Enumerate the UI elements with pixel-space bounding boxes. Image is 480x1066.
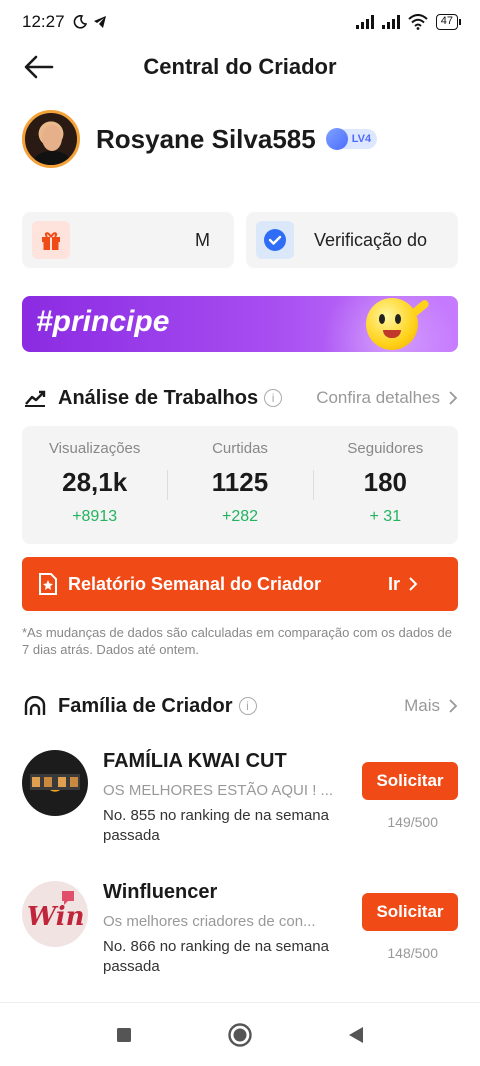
moon-icon xyxy=(73,15,87,29)
info-icon[interactable]: i xyxy=(238,697,257,715)
shortcut-cards: M Verificação do xyxy=(22,212,458,268)
stat-delta: +8913 xyxy=(72,508,118,525)
chevron-right-icon xyxy=(449,699,458,713)
back-arrow-icon[interactable] xyxy=(22,52,56,82)
verification-card-label: Verificação do xyxy=(314,229,428,250)
username: Rosyane Silva585 xyxy=(96,123,316,154)
promo-banner[interactable]: #principe xyxy=(22,296,458,352)
stats-panel: Visualizações 28,1k +8913 Curtidas 1125 … xyxy=(22,426,458,544)
system-nav-bar xyxy=(0,1004,480,1066)
report-go: Ir xyxy=(388,574,418,595)
home-circle-icon[interactable] xyxy=(225,1020,255,1050)
family-title: Família de Criador xyxy=(58,694,233,717)
wifi-icon xyxy=(408,14,428,30)
telegram-icon xyxy=(93,16,106,28)
trend-chart-icon xyxy=(22,385,48,411)
stat-followers: Seguidores 180 + 31 xyxy=(312,426,458,544)
analysis-details-link[interactable]: Confira detalhes xyxy=(316,388,458,408)
level-label: LV4 xyxy=(351,133,372,145)
chevron-right-icon xyxy=(409,577,418,591)
family-rank: No. 855 no ranking de na semana passada xyxy=(103,807,329,844)
svg-text:Win: Win xyxy=(27,902,85,932)
weekly-report-button[interactable]: Relatório Semanal do Criador Ir xyxy=(22,557,458,611)
member-count: 148/500 xyxy=(387,945,438,961)
page-title: Central do Criador xyxy=(143,54,337,79)
stat-label: Curtidas xyxy=(212,440,268,457)
request-button[interactable]: Solicitar xyxy=(362,893,458,931)
stat-label: Seguidores xyxy=(347,440,424,457)
family-description: Os melhores criadores de con... xyxy=(103,913,316,930)
data-note: *As mudanças de dados são calculadas em … xyxy=(22,625,452,657)
battery-icon: 47 xyxy=(435,14,462,30)
weekly-report-label: Relatório Semanal do Criador xyxy=(68,573,322,594)
family-header: Família de Criador i Mais xyxy=(22,691,458,721)
signal-icon-2 xyxy=(381,15,400,29)
stat-views: Visualizações 28,1k +8913 xyxy=(22,426,167,544)
verification-card[interactable]: Verificação do xyxy=(246,212,458,268)
family-more-label: Mais xyxy=(404,696,440,715)
gift-card-label: M xyxy=(195,229,210,250)
report-go-label: Ir xyxy=(387,573,400,594)
request-button[interactable]: Solicitar xyxy=(362,762,458,800)
gift-card[interactable]: M xyxy=(22,212,234,268)
stat-label: Visualizações xyxy=(48,440,141,457)
recents-square-icon[interactable] xyxy=(109,1020,139,1050)
profile-row: Rosyane Silva585 LV4 xyxy=(22,110,378,168)
analysis-details-label: Confira detalhes xyxy=(316,388,440,407)
analysis-title: Análise de Trabalhos xyxy=(58,386,259,409)
stat-likes: Curtidas 1125 +282 xyxy=(167,426,312,544)
family-name: Winfluencer xyxy=(103,881,218,903)
level-badge: LV4 xyxy=(325,128,378,150)
report-star-icon xyxy=(39,573,57,595)
stat-value: 180 xyxy=(363,467,408,497)
check-circle-icon xyxy=(256,221,294,259)
status-bar: 12:27 47 xyxy=(0,0,480,44)
family-avatar xyxy=(22,750,88,816)
stat-delta: +282 xyxy=(221,508,259,525)
divider xyxy=(0,1002,480,1003)
family-description: OS MELHORES ESTÃO AQUI ! ... xyxy=(103,782,334,799)
member-count: 149/500 xyxy=(387,814,438,830)
family-name: FAMÍLIA KWAI CUT xyxy=(103,750,287,772)
stat-value: 28,1k xyxy=(62,467,128,497)
chevron-right-icon xyxy=(449,391,458,405)
family-item[interactable]: FAMÍLIA KWAI CUT OS MELHORES ESTÃO AQUI … xyxy=(22,746,458,846)
avatar[interactable] xyxy=(22,110,80,168)
family-item[interactable]: Win Winfluencer Os melhores criadores de… xyxy=(22,877,458,977)
status-time: 12:27 xyxy=(22,12,65,31)
family-more-link[interactable]: Mais xyxy=(404,696,458,716)
signal-icon xyxy=(355,15,374,29)
stat-value: 1125 xyxy=(211,467,269,497)
analysis-header: Análise de Trabalhos i Confira detalhes xyxy=(22,383,458,413)
family-avatar: Win xyxy=(22,881,88,947)
gift-icon xyxy=(32,221,70,259)
info-icon[interactable]: i xyxy=(264,389,283,407)
app-header: Central do Criador xyxy=(0,44,480,90)
shield-icon xyxy=(325,128,348,150)
stat-delta: + 31 xyxy=(369,508,402,525)
home-arch-icon xyxy=(22,693,48,719)
family-rank: No. 866 no ranking de na semana passada xyxy=(103,938,329,975)
mascot-image xyxy=(366,298,418,350)
banner-hashtag: #principe xyxy=(36,305,170,338)
back-triangle-icon[interactable] xyxy=(341,1020,371,1050)
